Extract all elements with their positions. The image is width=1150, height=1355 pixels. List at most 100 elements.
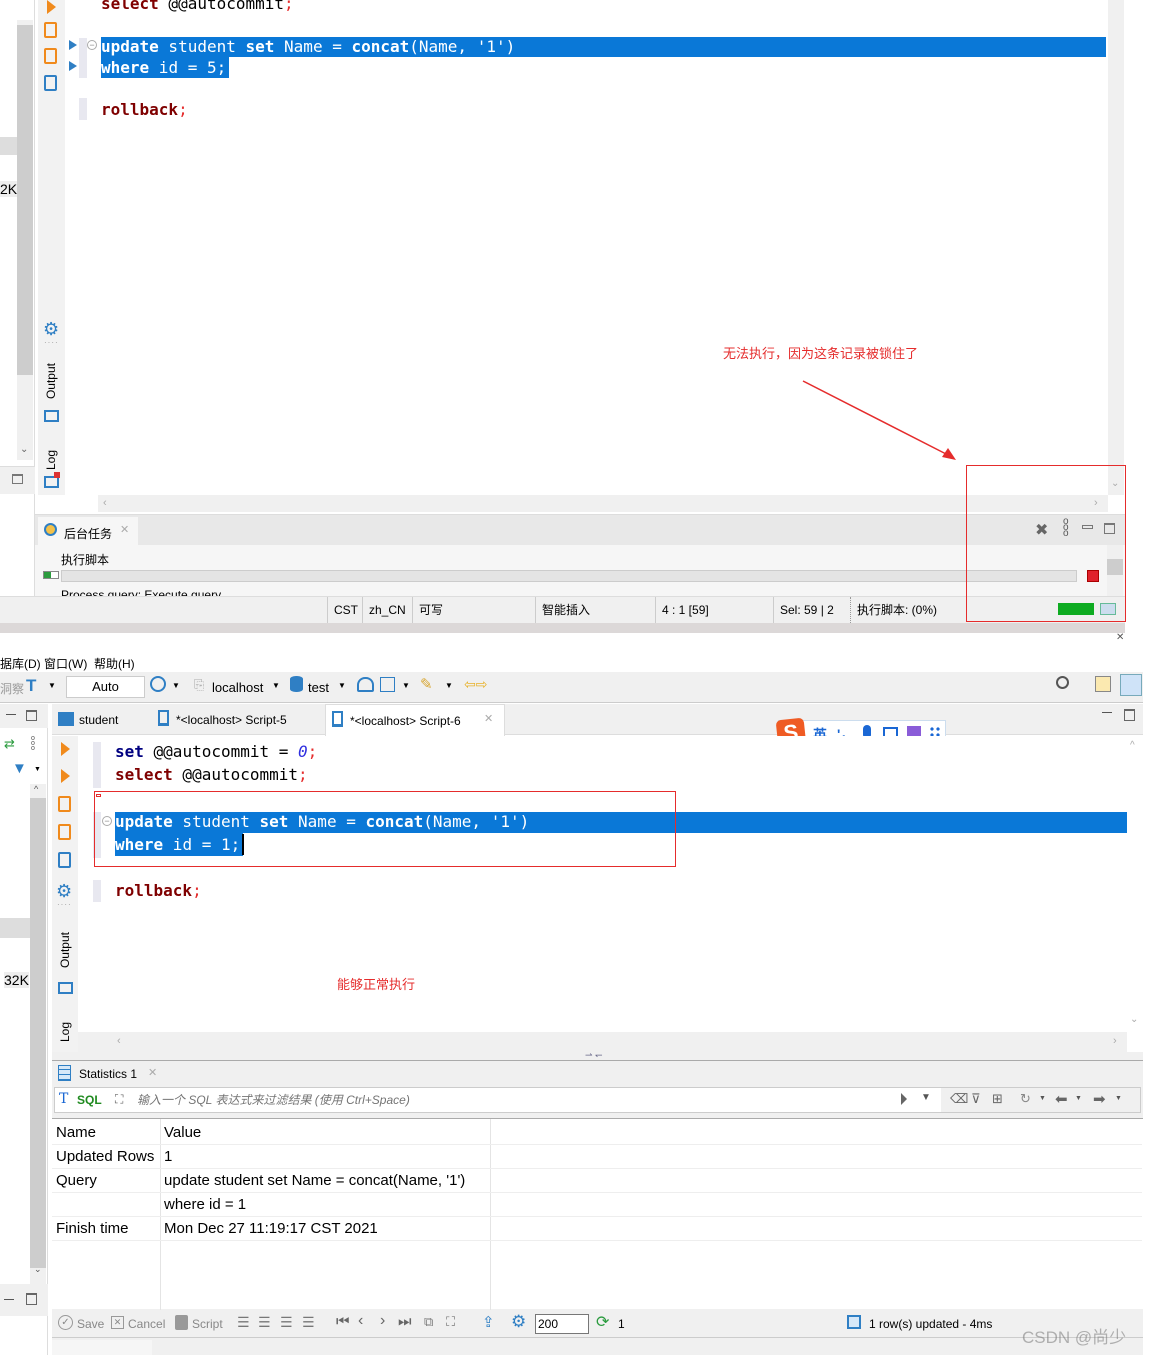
scroll-left-icon[interactable]: ‹ bbox=[103, 497, 107, 509]
editor-hscroll[interactable] bbox=[98, 495, 1108, 512]
minimize-icon[interactable] bbox=[6, 714, 16, 715]
refresh-icon[interactable]: ⟳ bbox=[596, 1312, 609, 1332]
refresh-icon[interactable]: ↻ bbox=[1020, 1091, 1031, 1107]
explain-plan-icon[interactable] bbox=[44, 75, 57, 91]
sql-editor[interactable]: set @@autocommit = 0; select @@autocommi… bbox=[112, 736, 1127, 1032]
filter-mode-label[interactable]: SQL bbox=[77, 1093, 102, 1107]
chevron-down-icon[interactable]: ⌄ bbox=[1130, 1014, 1138, 1025]
fetch-size-input[interactable] bbox=[535, 1314, 589, 1334]
scroll-right-icon[interactable]: › bbox=[1113, 1035, 1117, 1047]
sql-editor[interactable]: select @@autocommit; update student set … bbox=[98, 0, 1108, 495]
maximize-icon[interactable] bbox=[26, 1293, 37, 1305]
clear-filter-icon[interactable]: ⌫ bbox=[950, 1091, 968, 1107]
fullscreen-icon[interactable]: ⛶ bbox=[446, 1314, 455, 1330]
chevron-down-icon[interactable]: ⌄ bbox=[34, 1264, 42, 1275]
maximize-icon[interactable] bbox=[1124, 709, 1135, 721]
maximize-icon[interactable] bbox=[12, 474, 23, 484]
toolbar-left-label[interactable]: 洞察 bbox=[0, 680, 24, 697]
nav-scroll-thumb[interactable] bbox=[30, 798, 46, 1268]
output-icon[interactable] bbox=[44, 410, 59, 422]
previous-page-icon[interactable]: ‹ bbox=[358, 1312, 363, 1330]
close-tab-icon[interactable]: ✕ bbox=[120, 523, 129, 536]
side-tab-output[interactable]: Output bbox=[44, 363, 58, 399]
add-row-icon[interactable]: ☰ bbox=[258, 1314, 271, 1331]
search-icon[interactable] bbox=[1056, 676, 1069, 689]
execute-script-new-tab-icon[interactable] bbox=[58, 824, 71, 840]
close-tab-icon[interactable]: ✕ bbox=[148, 1066, 157, 1079]
first-page-icon[interactable]: ⏮ bbox=[336, 1313, 350, 1330]
back-arrow-icon[interactable]: ⬅ bbox=[1055, 1090, 1068, 1108]
execute-statement-icon[interactable] bbox=[61, 742, 70, 756]
session-manager-icon[interactable] bbox=[380, 677, 395, 692]
filter-history-dropdown-icon[interactable]: ▼ bbox=[921, 1092, 931, 1103]
settings-gear-icon[interactable]: ⚙ bbox=[511, 1312, 526, 1332]
nav-scroll-thumb[interactable] bbox=[17, 25, 33, 375]
menu-window[interactable]: 窗口(W) bbox=[44, 655, 87, 672]
settings-gear-icon[interactable]: ⚙ bbox=[56, 882, 72, 900]
save-button[interactable]: Save bbox=[77, 1317, 104, 1331]
dropdown-arrow-icon[interactable]: ▼ bbox=[402, 681, 410, 690]
link-editor-icon[interactable]: ⇄ bbox=[4, 736, 15, 752]
dashboard-icon[interactable] bbox=[357, 677, 374, 692]
tab-script-5[interactable]: *<localhost> Script-5 bbox=[152, 704, 322, 735]
dbeaver-perspective-icon[interactable] bbox=[1120, 674, 1142, 696]
minimize-icon[interactable] bbox=[4, 1299, 14, 1300]
scroll-left-icon[interactable]: ‹ bbox=[117, 1035, 121, 1047]
transaction-mode-select[interactable]: Auto bbox=[66, 676, 145, 698]
menu-help[interactable]: 帮助(H) bbox=[94, 655, 135, 672]
output-icon[interactable] bbox=[58, 982, 73, 994]
close-tab-icon[interactable]: ✕ bbox=[484, 712, 493, 725]
forward-arrow-icon[interactable]: ➡ bbox=[1093, 1090, 1106, 1108]
rocket-icon[interactable]: ✎ bbox=[420, 675, 433, 693]
detach-panel-icon[interactable]: ⧉ bbox=[424, 1314, 433, 1330]
tab-statistics[interactable]: Statistics 1 ✕ bbox=[52, 1060, 167, 1086]
execute-script-icon[interactable] bbox=[58, 796, 71, 812]
next-page-icon[interactable]: › bbox=[380, 1312, 385, 1330]
dropdown-arrow-icon[interactable]: ▼ bbox=[272, 681, 280, 690]
database-selector[interactable]: test bbox=[308, 680, 329, 695]
editor-vscroll[interactable] bbox=[1127, 736, 1143, 1032]
settings-gear-icon[interactable]: ⚙ bbox=[43, 320, 59, 338]
last-page-icon[interactable]: ⏭ bbox=[398, 1313, 412, 1330]
side-tab-log[interactable]: Log bbox=[58, 1022, 72, 1042]
dropdown-arrow-icon[interactable]: ▼ bbox=[1039, 1095, 1046, 1102]
connection-selector[interactable]: localhost bbox=[212, 680, 263, 695]
table-row[interactable]: where id = 1 bbox=[52, 1193, 1142, 1217]
dropdown-arrow-icon[interactable]: ▼ bbox=[1115, 1095, 1122, 1102]
dropdown-arrow-icon[interactable]: ▼ bbox=[48, 681, 56, 690]
perspective-icon[interactable] bbox=[1095, 676, 1111, 692]
cancel-button[interactable]: Cancel bbox=[128, 1317, 165, 1331]
dropdown-arrow-icon[interactable]: ▼ bbox=[34, 766, 41, 773]
filter-settings-icon[interactable]: ⊽ bbox=[971, 1091, 981, 1107]
chevron-up-icon[interactable]: ^ bbox=[34, 784, 38, 794]
filter-icon[interactable]: ▼ bbox=[12, 760, 27, 777]
table-row[interactable]: Updated Rows 1 bbox=[52, 1145, 1142, 1169]
chevron-up-icon[interactable]: ^ bbox=[1130, 740, 1135, 751]
side-tab-output[interactable]: Output bbox=[58, 932, 72, 968]
format-icon[interactable]: T bbox=[26, 676, 36, 696]
column-header-value[interactable]: Value bbox=[164, 1121, 201, 1145]
maximize-icon[interactable] bbox=[26, 710, 37, 721]
execute-statement-icon[interactable] bbox=[47, 0, 56, 14]
edit-row-icon[interactable]: ☰ bbox=[237, 1314, 250, 1331]
dropdown-arrow-icon[interactable]: ▼ bbox=[1075, 1095, 1082, 1102]
editor-hscroll[interactable] bbox=[78, 1032, 1127, 1052]
expand-filter-icon[interactable]: ⛶ bbox=[115, 1092, 123, 1107]
status-insert-mode[interactable]: 智能插入 bbox=[535, 597, 590, 623]
execute-script-new-tab-icon[interactable] bbox=[44, 48, 57, 64]
menu-database[interactable]: 据库(D) bbox=[0, 655, 41, 672]
column-header-name[interactable]: Name bbox=[56, 1121, 96, 1145]
panel-config-icon[interactable]: ⊞ bbox=[992, 1091, 1003, 1107]
editor-vscroll[interactable] bbox=[1108, 0, 1124, 495]
copy-row-icon[interactable]: ☰ bbox=[280, 1314, 293, 1331]
table-row[interactable]: Finish time Mon Dec 27 11:19:17 CST 2021 bbox=[52, 1217, 1142, 1241]
explain-plan-icon[interactable] bbox=[58, 852, 71, 868]
window-close-icon[interactable]: ✕ bbox=[1116, 632, 1124, 643]
nav-back-forward-icon[interactable]: ⇦⇨ bbox=[464, 676, 487, 693]
chevron-down-icon[interactable]: ⌄ bbox=[20, 444, 28, 455]
filter-input[interactable] bbox=[137, 1091, 917, 1109]
execute-script-icon[interactable] bbox=[44, 22, 57, 38]
tab-bg-tasks[interactable]: 后台任务 ✕ bbox=[38, 517, 138, 545]
history-icon[interactable] bbox=[150, 676, 166, 692]
fold-collapse-icon[interactable]: − bbox=[87, 40, 97, 50]
